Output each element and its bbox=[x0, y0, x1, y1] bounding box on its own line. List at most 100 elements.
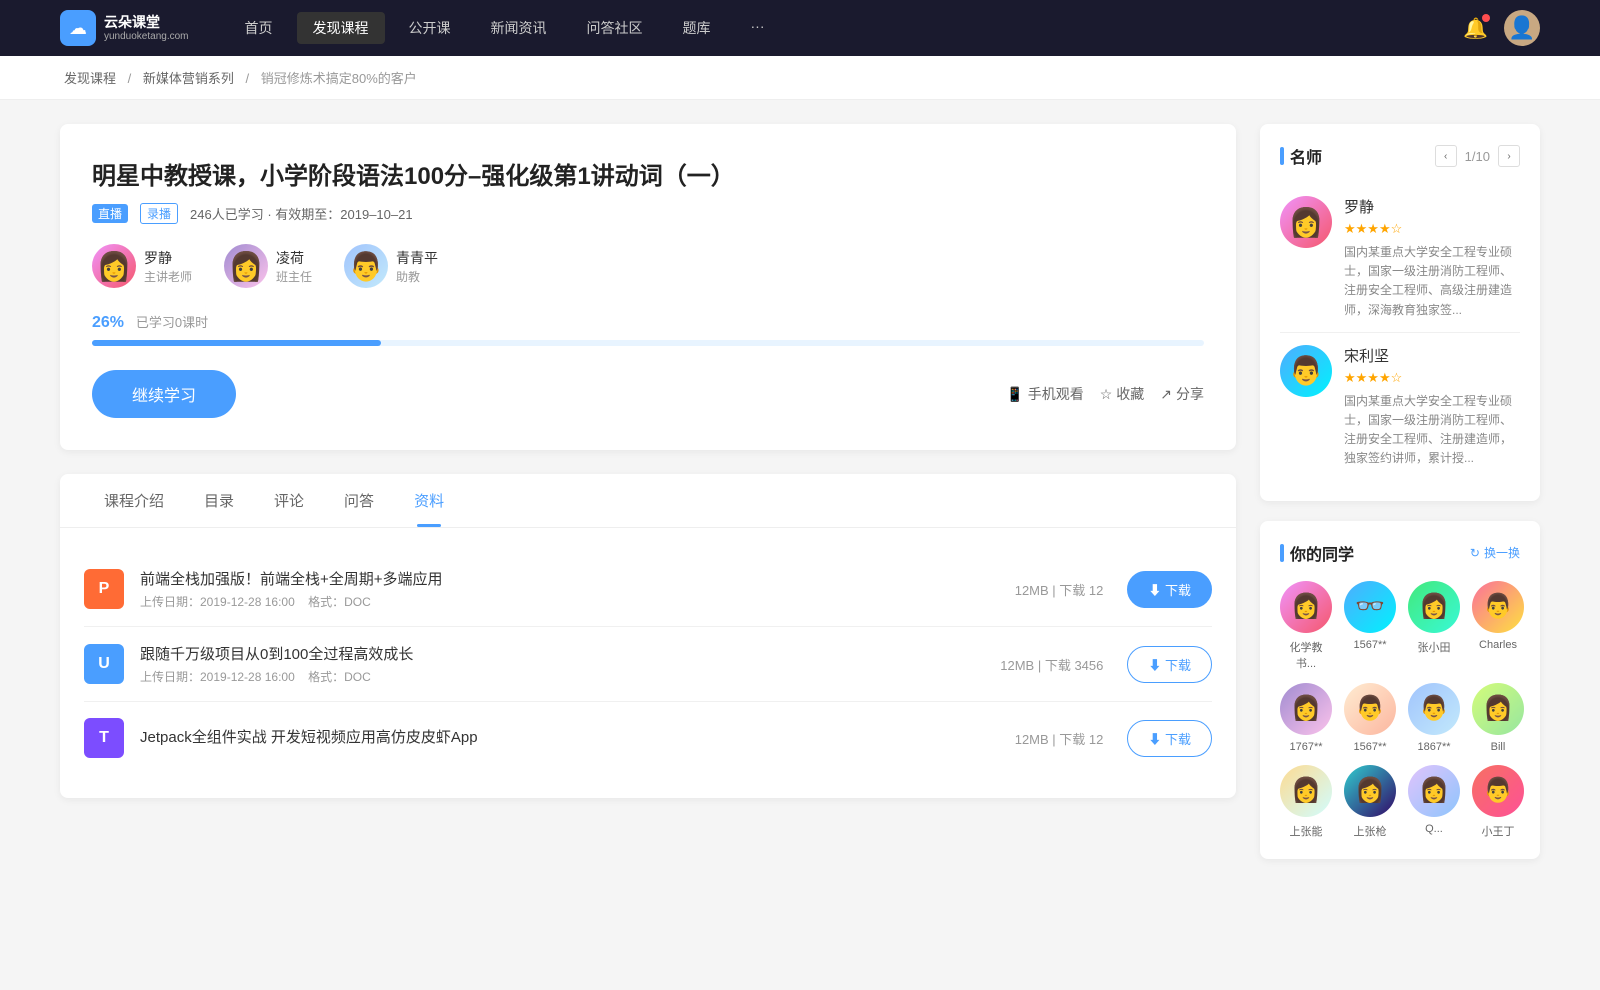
classmate-4: 👨 Charles bbox=[1472, 581, 1524, 671]
resource-meta-2: 上传日期：2019-12-28 16:00 格式：DOC bbox=[140, 668, 1000, 685]
classmate-avatar-5: 👩 bbox=[1280, 683, 1332, 735]
progress-bar-bg bbox=[92, 340, 1204, 346]
resource-item-2: U 跟随千万级项目从0到100全过程高效成长 上传日期：2019-12-28 1… bbox=[84, 627, 1212, 702]
classmates-grid: 👩 化学教书... 👓 1567** 👩 张小田 👨 Charles bbox=[1280, 581, 1520, 839]
tab-review[interactable]: 评论 bbox=[254, 474, 324, 527]
classmate-name-9: 上张能 bbox=[1290, 823, 1323, 839]
classmate-avatar-10: 👩 bbox=[1344, 765, 1396, 817]
instructor-info-2: 凌荷 班主任 bbox=[276, 248, 312, 285]
instructor-info-1: 罗静 主讲老师 bbox=[144, 248, 192, 285]
nav-item-news[interactable]: 新闻资讯 bbox=[475, 12, 563, 44]
progress-bar-fill bbox=[92, 340, 381, 346]
progress-section: 26% 已学习0课时 bbox=[92, 312, 1204, 346]
classmate-avatar-6: 👨 bbox=[1344, 683, 1396, 735]
classmate-8: 👩 Bill bbox=[1472, 683, 1524, 753]
logo[interactable]: ☁ 云朵课堂 yunduoketang.com bbox=[60, 10, 189, 46]
instructor-2: 👩 凌荷 班主任 bbox=[224, 244, 312, 288]
classmates-card: 你的同学 ↻ 换一换 👩 化学教书... 👓 1567** 👩 bbox=[1260, 521, 1540, 859]
instructor-3: 👨 青青平 助教 bbox=[344, 244, 438, 288]
resource-title-1: 前端全栈加强版！前端全栈+全周期+多端应用 bbox=[140, 568, 1015, 589]
classmate-name-7: 1867** bbox=[1417, 741, 1450, 753]
nav-item-exam[interactable]: 题库 bbox=[667, 12, 727, 44]
classmate-6: 👨 1567** bbox=[1344, 683, 1396, 753]
classmate-3: 👩 张小田 bbox=[1408, 581, 1460, 671]
instructor-avatar-3: 👨 bbox=[344, 244, 388, 288]
actions: 继续学习 📱 手机观看 ☆ 收藏 ↗ 分享 bbox=[92, 370, 1204, 418]
classmate-7: 👨 1867** bbox=[1408, 683, 1460, 753]
tab-content: P 前端全栈加强版！前端全栈+全周期+多端应用 上传日期：2019-12-28 … bbox=[60, 528, 1236, 798]
classmate-name-11: Q... bbox=[1425, 823, 1443, 835]
main-content: 明星中教授课，小学阶段语法100分–强化级第1讲动词（一） 直播 录播 246人… bbox=[0, 100, 1600, 903]
teacher-avatar-2: 👨 bbox=[1280, 345, 1332, 397]
tabs-container: 课程介绍 目录 评论 问答 资料 P 前端全栈加强版！前端全栈+全周期+多端应用… bbox=[60, 474, 1236, 798]
instructors: 👩 罗静 主讲老师 👩 凌荷 班主任 bbox=[92, 244, 1204, 288]
teacher-item-2: 👨 宋利坚 ★★★★☆ 国内某重点大学安全工程专业硕士，国家一级注册消防工程师、… bbox=[1280, 333, 1520, 481]
course-card: 明星中教授课，小学阶段语法100分–强化级第1讲动词（一） 直播 录播 246人… bbox=[60, 124, 1236, 450]
download-button-1[interactable]: ⬇ 下载 bbox=[1127, 571, 1212, 608]
resource-stats-3: 12MB | 下载 12 bbox=[1015, 729, 1104, 748]
nav-right: 🔔 👤 bbox=[1463, 10, 1540, 46]
classmate-name-3: 张小田 bbox=[1418, 639, 1451, 655]
resource-icon-2: U bbox=[84, 644, 124, 684]
refresh-classmates-button[interactable]: ↻ 换一换 bbox=[1470, 544, 1520, 561]
instructor-avatar-2: 👩 bbox=[224, 244, 268, 288]
classmate-avatar-3: 👩 bbox=[1408, 581, 1460, 633]
classmate-5: 👩 1767** bbox=[1280, 683, 1332, 753]
nav-item-more[interactable]: ··· bbox=[735, 12, 781, 44]
bell-icon[interactable]: 🔔 bbox=[1463, 16, 1488, 41]
breadcrumb-item-1[interactable]: 发现课程 bbox=[64, 71, 116, 86]
teachers-nav: ‹ 1/10 › bbox=[1435, 145, 1520, 167]
classmate-2: 👓 1567** bbox=[1344, 581, 1396, 671]
nav-item-home[interactable]: 首页 bbox=[229, 12, 289, 44]
teachers-next-button[interactable]: › bbox=[1498, 145, 1520, 167]
classmate-avatar-9: 👩 bbox=[1280, 765, 1332, 817]
tab-resources[interactable]: 资料 bbox=[394, 474, 464, 527]
classmate-name-12: 小王丁 bbox=[1482, 823, 1515, 839]
tab-catalog[interactable]: 目录 bbox=[184, 474, 254, 527]
resource-title-3: Jetpack全组件实战 开发短视频应用高仿皮皮虾App bbox=[140, 726, 1015, 747]
resource-stats-2: 12MB | 下载 3456 bbox=[1000, 655, 1103, 674]
download-button-3[interactable]: ⬇ 下载 bbox=[1127, 720, 1212, 757]
classmate-name-10: 上张枪 bbox=[1354, 823, 1387, 839]
progress-percent: 26% bbox=[92, 314, 124, 331]
resource-info-2: 跟随千万级项目从0到100全过程高效成长 上传日期：2019-12-28 16:… bbox=[140, 643, 1000, 685]
breadcrumb-item-3: 销冠修炼术搞定80%的客户 bbox=[261, 71, 417, 86]
classmate-avatar-12: 👨 bbox=[1472, 765, 1524, 817]
resource-info-3: Jetpack全组件实战 开发短视频应用高仿皮皮虾App bbox=[140, 726, 1015, 751]
teachers-prev-button[interactable]: ‹ bbox=[1435, 145, 1457, 167]
nav-item-open[interactable]: 公开课 bbox=[393, 12, 467, 44]
classmate-avatar-7: 👨 bbox=[1408, 683, 1460, 735]
classmate-name-2: 1567** bbox=[1353, 639, 1386, 651]
classmate-name-1: 化学教书... bbox=[1280, 639, 1332, 671]
classmate-avatar-8: 👩 bbox=[1472, 683, 1524, 735]
classmate-name-8: Bill bbox=[1491, 741, 1506, 753]
teacher-info-2: 宋利坚 ★★★★☆ 国内某重点大学安全工程专业硕士，国家一级注册消防工程师、注册… bbox=[1344, 345, 1520, 469]
star-icon: ☆ bbox=[1100, 386, 1113, 403]
breadcrumb-item-2[interactable]: 新媒体营销系列 bbox=[143, 71, 234, 86]
tag-rec: 录播 bbox=[140, 203, 178, 224]
resource-title-2: 跟随千万级项目从0到100全过程高效成长 bbox=[140, 643, 1000, 664]
teacher-desc-1: 国内某重点大学安全工程专业硕士，国家一级注册消防工程师、注册安全工程师、高级注册… bbox=[1344, 243, 1520, 320]
mobile-icon: 📱 bbox=[1006, 386, 1023, 403]
teacher-name-2: 宋利坚 bbox=[1344, 345, 1520, 366]
tab-qa[interactable]: 问答 bbox=[324, 474, 394, 527]
classmate-name-4: Charles bbox=[1479, 639, 1517, 651]
classmate-avatar-11: 👩 bbox=[1408, 765, 1460, 817]
tab-intro[interactable]: 课程介绍 bbox=[84, 474, 184, 527]
right-sidebar: 名师 ‹ 1/10 › 👩 罗静 ★★★★☆ 国内某重点大学安全工程专业硕士，国… bbox=[1260, 124, 1540, 879]
classmates-title: 你的同学 bbox=[1280, 541, 1354, 565]
continue-button[interactable]: 继续学习 bbox=[92, 370, 236, 418]
nav-item-qa[interactable]: 问答社区 bbox=[571, 12, 659, 44]
instructor-info-3: 青青平 助教 bbox=[396, 248, 438, 285]
mobile-view-button[interactable]: 📱 手机观看 bbox=[1006, 384, 1083, 404]
resource-icon-1: P bbox=[84, 569, 124, 609]
download-button-2[interactable]: ⬇ 下载 bbox=[1127, 646, 1212, 683]
logo-text: 云朵课堂 yunduoketang.com bbox=[104, 14, 189, 42]
classmate-name-5: 1767** bbox=[1289, 741, 1322, 753]
user-avatar[interactable]: 👤 bbox=[1504, 10, 1540, 46]
collect-button[interactable]: ☆ 收藏 bbox=[1100, 384, 1145, 404]
teacher-info-1: 罗静 ★★★★☆ 国内某重点大学安全工程专业硕士，国家一级注册消防工程师、注册安… bbox=[1344, 196, 1520, 320]
classmate-9: 👩 上张能 bbox=[1280, 765, 1332, 839]
share-button[interactable]: ↗ 分享 bbox=[1160, 384, 1204, 404]
nav-item-discover[interactable]: 发现课程 bbox=[297, 12, 385, 44]
